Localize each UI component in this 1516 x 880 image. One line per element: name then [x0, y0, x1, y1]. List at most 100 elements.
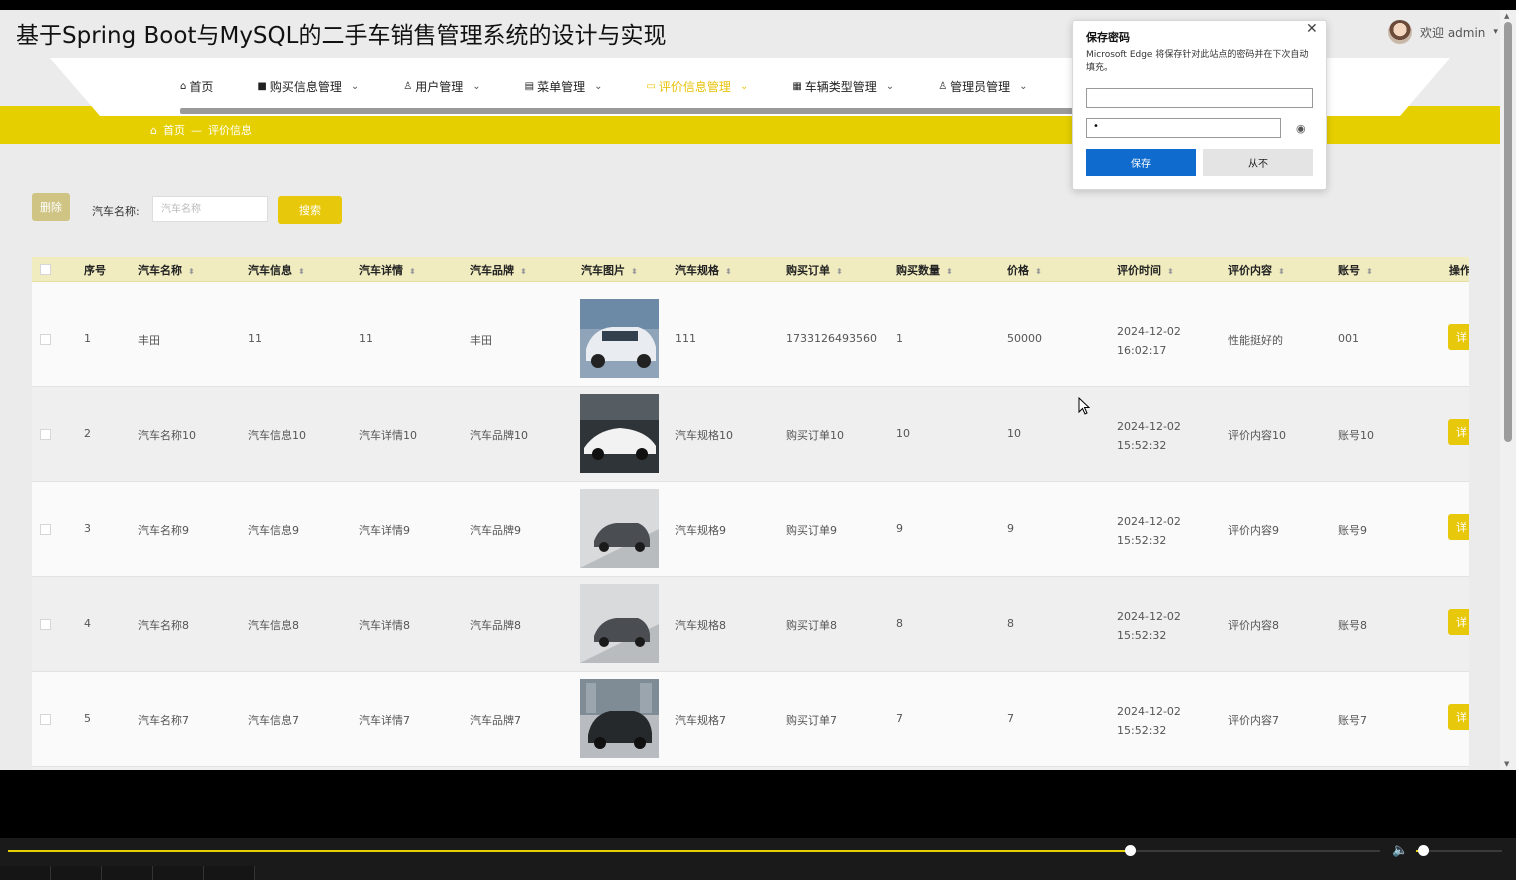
sort-icon[interactable]: ⬍	[298, 267, 305, 276]
vertical-scrollbar[interactable]: ▲ ▼	[1500, 10, 1516, 770]
column-header[interactable]: 评价内容 ⬍	[1228, 262, 1285, 278]
column-header[interactable]: 价格 ⬍	[1007, 262, 1042, 278]
sort-icon[interactable]: ⬍	[946, 267, 953, 276]
column-header[interactable]: 汽车图片 ⬍	[581, 262, 638, 278]
detail-button[interactable]: 详	[1448, 324, 1469, 350]
nav-item-4[interactable]: ▭ 评价信息管理 ⌄	[646, 78, 748, 95]
column-header-label: 汽车信息	[248, 264, 292, 277]
player-button[interactable]	[0, 866, 51, 880]
column-header[interactable]: 购买订单 ⬍	[786, 262, 843, 278]
cell-qty: 7	[896, 712, 903, 725]
column-header-label: 序号	[84, 264, 106, 277]
car-image[interactable]	[580, 584, 659, 663]
player-button[interactable]	[51, 866, 102, 880]
detail-button[interactable]: 详	[1448, 704, 1469, 730]
breadcrumb-current: 评价信息	[207, 124, 252, 137]
column-header-label: 汽车详情	[359, 264, 403, 277]
volume-icon[interactable]: 🔈	[1392, 843, 1408, 858]
car-image[interactable]	[580, 679, 659, 758]
cell-order: 购买订单7	[786, 714, 837, 727]
row-checkbox[interactable]	[40, 429, 51, 440]
eye-icon[interactable]: ◉	[1296, 122, 1306, 135]
sort-icon[interactable]: ⬍	[1035, 267, 1042, 276]
scroll-down-icon[interactable]: ▼	[1504, 760, 1509, 768]
save-password-button[interactable]: 保存	[1086, 149, 1196, 176]
car-image[interactable]	[580, 299, 659, 378]
breadcrumb: ⌂ 首页 — 评价信息	[150, 122, 252, 138]
sort-icon[interactable]: ⬍	[725, 267, 732, 276]
column-header[interactable]: 评价时间 ⬍	[1117, 262, 1174, 278]
row-checkbox[interactable]	[40, 334, 51, 345]
column-header-label: 购买订单	[786, 264, 830, 277]
detail-button[interactable]: 详	[1448, 514, 1469, 540]
nav-item-2[interactable]: ♙ 用户管理 ⌄	[403, 78, 480, 95]
sort-icon[interactable]: ⬍	[188, 267, 195, 276]
player-button[interactable]	[153, 866, 204, 880]
detail-button[interactable]: 详	[1448, 419, 1469, 445]
volume-knob[interactable]	[1417, 845, 1429, 856]
row-checkbox[interactable]	[40, 524, 51, 535]
cell-name: 汽车名称7	[138, 714, 189, 727]
nav-item-0[interactable]: ⌂ 首页	[180, 78, 213, 95]
cell-account: 001	[1338, 332, 1359, 345]
password-field[interactable]: •	[1086, 118, 1281, 138]
avatar	[1388, 20, 1412, 44]
column-header[interactable]: 汽车规格 ⬍	[675, 262, 732, 278]
sort-icon[interactable]: ⬍	[631, 267, 638, 276]
nav-item-5[interactable]: ▦ 车辆类型管理 ⌄	[792, 78, 894, 95]
sort-icon[interactable]: ⬍	[520, 267, 527, 276]
column-header[interactable]: 购买数量 ⬍	[896, 262, 953, 278]
progress-bar[interactable]	[8, 845, 1380, 856]
close-icon[interactable]: ✕	[1306, 21, 1318, 37]
search-input[interactable]	[152, 196, 268, 222]
sort-icon[interactable]: ⬍	[1366, 267, 1373, 276]
column-header[interactable]: 账号 ⬍	[1338, 262, 1373, 278]
cell-content: 评价内容8	[1228, 619, 1279, 632]
column-header-label: 评价时间	[1117, 264, 1161, 277]
dialog-description: Microsoft Edge 将保存针对此站点的密码并在下次自动填充。	[1086, 50, 1309, 73]
delete-button[interactable]: 删除	[32, 193, 70, 221]
row-checkbox[interactable]	[40, 619, 51, 630]
volume-slider[interactable]	[1416, 845, 1502, 856]
car-image[interactable]	[580, 394, 659, 473]
sort-icon[interactable]: ⬍	[836, 267, 843, 276]
username-field[interactable]	[1086, 88, 1313, 108]
player-button[interactable]	[204, 866, 255, 880]
bag-icon: ■	[257, 80, 267, 92]
column-header[interactable]: 汽车名称 ⬍	[138, 262, 195, 278]
select-all-checkbox[interactable]	[40, 264, 51, 275]
breadcrumb-home[interactable]: 首页	[163, 122, 185, 138]
cell-price: 9	[1007, 522, 1014, 535]
cell-order: 1733126493560	[786, 332, 877, 345]
column-header[interactable]: 汽车品牌 ⬍	[470, 262, 527, 278]
cell-content: 评价内容9	[1228, 524, 1279, 537]
detail-button[interactable]: 详	[1448, 609, 1469, 635]
sort-icon[interactable]: ⬍	[1278, 267, 1285, 276]
scroll-up-icon[interactable]: ▲	[1504, 12, 1509, 20]
column-header-label: 汽车品牌	[470, 264, 514, 277]
sort-icon[interactable]: ⬍	[1167, 267, 1174, 276]
chevron-down-icon: ⌄	[1019, 80, 1028, 92]
never-button[interactable]: 从不	[1203, 149, 1313, 176]
row-checkbox[interactable]	[40, 714, 51, 725]
cell-time: 2024-12-02 15:52:32	[1117, 610, 1181, 642]
nav-item-1[interactable]: ■ 购买信息管理 ⌄	[257, 78, 359, 95]
car-image[interactable]	[580, 489, 659, 568]
sort-icon[interactable]: ⬍	[409, 267, 416, 276]
chevron-down-icon: ▾	[1493, 27, 1498, 37]
column-header[interactable]: 汽车详情 ⬍	[359, 262, 416, 278]
nav-item-label: 评价信息管理	[658, 79, 731, 94]
progress-knob[interactable]	[1125, 845, 1137, 856]
scrollbar-thumb[interactable]	[1504, 22, 1512, 442]
cell-time: 2024-12-02 15:52:32	[1117, 515, 1181, 547]
nav-item-3[interactable]: ▤ 菜单管理 ⌄	[525, 78, 603, 95]
column-header: 序号	[84, 262, 106, 278]
user-menu[interactable]: 欢迎 admin ▾	[1388, 20, 1498, 44]
chevron-down-icon: ⌄	[472, 80, 481, 92]
search-button[interactable]: 搜索	[278, 196, 342, 224]
nav-item-6[interactable]: ♙ 管理员管理 ⌄	[938, 78, 1027, 95]
column-header: 操作	[1449, 262, 1469, 278]
column-header-label: 汽车规格	[675, 264, 719, 277]
player-button[interactable]	[102, 866, 153, 880]
column-header[interactable]: 汽车信息 ⬍	[248, 262, 305, 278]
